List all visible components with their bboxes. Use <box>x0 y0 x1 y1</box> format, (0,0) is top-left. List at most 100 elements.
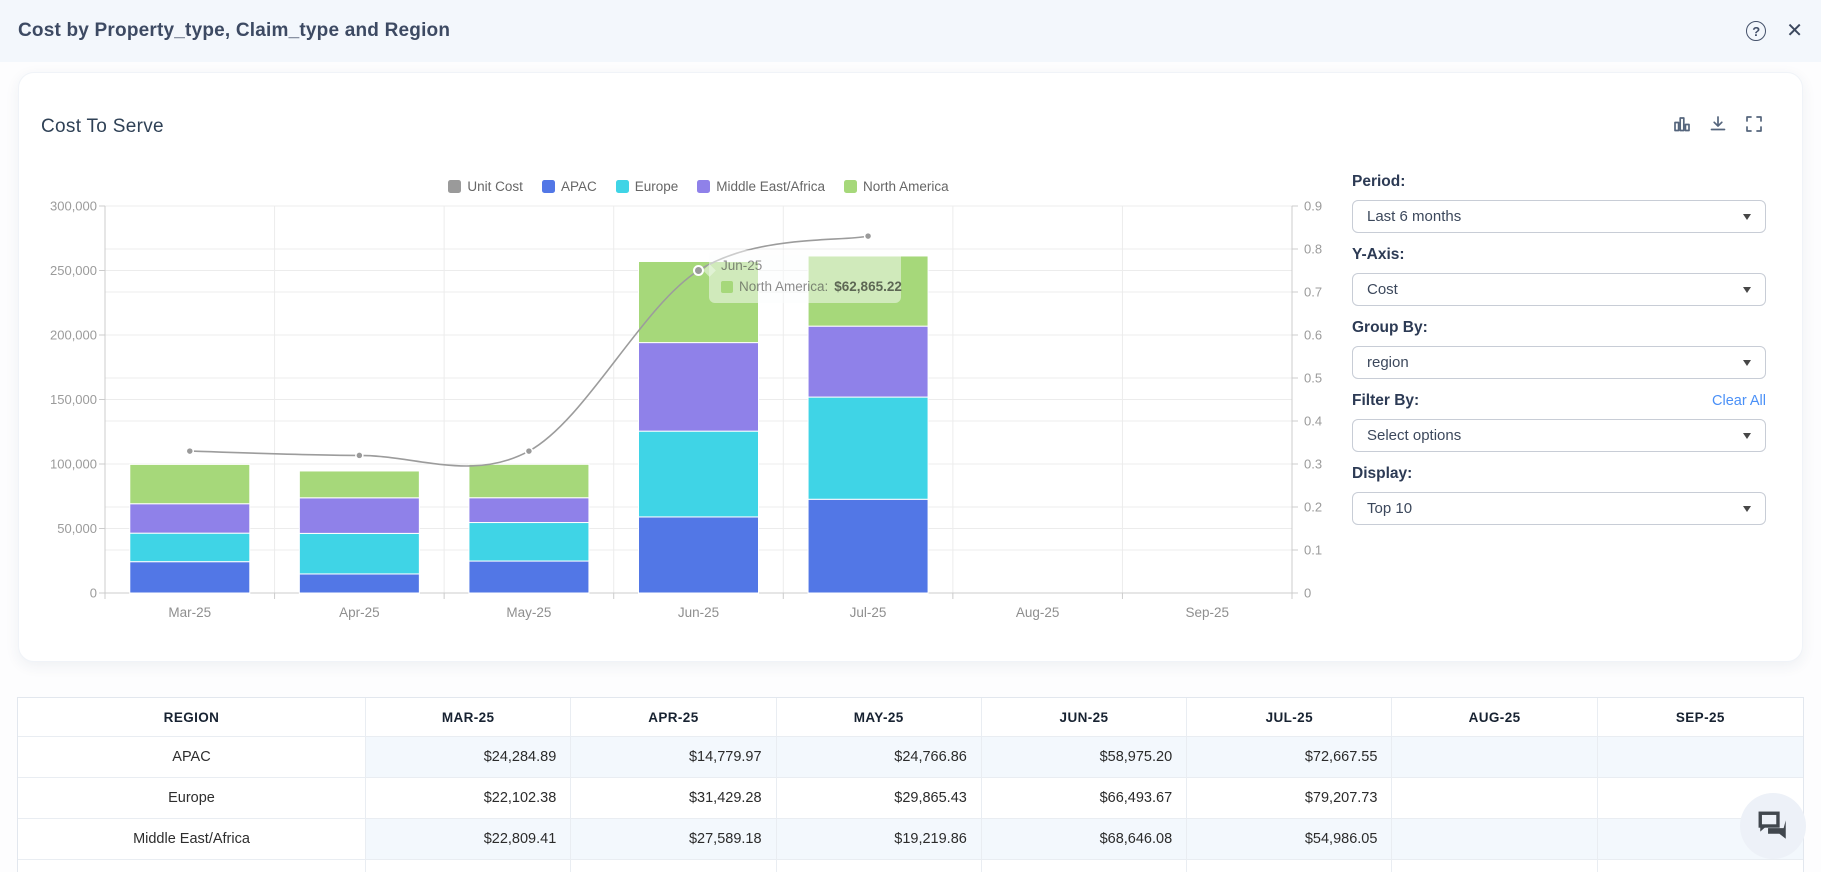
chart-title: Cost To Serve <box>41 116 164 138</box>
svg-text:0.8: 0.8 <box>1304 242 1322 257</box>
value-cell <box>982 860 1187 872</box>
group-by-select[interactable]: region <box>1352 346 1766 379</box>
chart-toolbar <box>1671 113 1765 135</box>
chart-tooltip: Jun-25 North America: $62,865.22 <box>709 250 901 303</box>
bar-segment <box>130 562 250 593</box>
table-row: Europe$22,102.38$31,429.28$29,865.43$66,… <box>18 778 1803 819</box>
bar-segment <box>469 561 589 593</box>
svg-text:150,000: 150,000 <box>50 392 97 407</box>
period-select[interactable]: Last 6 months <box>1352 200 1766 233</box>
column-header: MAR-25 <box>366 698 571 737</box>
svg-text:0.1: 0.1 <box>1304 543 1322 558</box>
region-cell: Middle East/Africa <box>18 819 366 860</box>
value-cell: $68,646.08 <box>982 819 1187 860</box>
svg-text:0.5: 0.5 <box>1304 371 1322 386</box>
chevron-down-icon <box>1743 360 1751 366</box>
download-icon[interactable] <box>1707 113 1729 135</box>
window-titlebar: Cost by Property_type, Claim_type and Re… <box>0 0 1821 62</box>
column-header: JUN-25 <box>982 698 1187 737</box>
svg-text:Aug-25: Aug-25 <box>1016 605 1060 620</box>
svg-text:0.7: 0.7 <box>1304 285 1322 300</box>
group-by-group: Group By: region <box>1352 319 1766 379</box>
period-group: Period: Last 6 months <box>1352 173 1766 233</box>
value-cell <box>1392 860 1597 872</box>
region-cost-table: REGIONMAR-25APR-25MAY-25JUN-25JUL-25AUG-… <box>17 697 1804 872</box>
table-header-row: REGIONMAR-25APR-25MAY-25JUN-25JUL-25AUG-… <box>18 698 1803 737</box>
tooltip-series-label: North America: <box>739 279 828 294</box>
y-axis-select[interactable]: Cost <box>1352 273 1766 306</box>
group-by-label: Group By: <box>1352 319 1428 337</box>
value-cell <box>1392 819 1597 860</box>
stacked-bars <box>130 256 928 593</box>
fullscreen-icon[interactable] <box>1743 113 1765 135</box>
line-point <box>525 448 532 455</box>
filter-by-group: Filter By: Clear All Select options <box>1352 392 1766 452</box>
chevron-down-icon <box>1743 506 1751 512</box>
bar-segment <box>639 343 759 432</box>
value-cell <box>571 860 776 872</box>
table-row: APAC$24,284.89$14,779.97$24,766.86$58,97… <box>18 737 1803 778</box>
line-point <box>865 233 872 240</box>
svg-text:100,000: 100,000 <box>50 457 97 472</box>
svg-text:Apr-25: Apr-25 <box>339 605 380 620</box>
value-cell <box>1598 860 1803 872</box>
value-cell: $14,779.97 <box>571 737 776 778</box>
column-header: JUL-25 <box>1187 698 1392 737</box>
forum-chat-icon <box>1756 809 1790 843</box>
line-point <box>694 266 703 275</box>
cost-to-serve-chart[interactable]: 0 50,000 100,000 150,000 200,000 250,000 300,0… <box>31 171 1351 631</box>
bar-segment <box>130 464 250 503</box>
svg-text:300,000: 300,000 <box>50 199 97 214</box>
svg-text:50,000: 50,000 <box>57 521 97 536</box>
svg-text:0: 0 <box>90 586 97 601</box>
period-label: Period: <box>1352 173 1405 191</box>
chart-type-icon[interactable] <box>1671 113 1693 135</box>
line-point <box>186 448 193 455</box>
svg-text:Sep-25: Sep-25 <box>1185 605 1229 620</box>
filter-by-select[interactable]: Select options <box>1352 419 1766 452</box>
value-cell: $66,493.67 <box>982 778 1187 819</box>
region-cell: APAC <box>18 737 366 778</box>
svg-text:0.6: 0.6 <box>1304 328 1322 343</box>
value-cell <box>777 860 982 872</box>
svg-text:0.4: 0.4 <box>1304 414 1322 429</box>
value-cell <box>1392 737 1597 778</box>
bar-segment <box>639 431 759 517</box>
chart-controls: Period: Last 6 months Y-Axis: Cost Group… <box>1352 173 1766 538</box>
column-header: AUG-25 <box>1392 698 1597 737</box>
tooltip-title: Jun-25 <box>721 258 889 273</box>
y-axis-label: Y-Axis: <box>1352 246 1405 264</box>
bar-segment <box>808 499 928 593</box>
bar-segment <box>299 498 419 534</box>
bar-segment <box>469 464 589 497</box>
svg-text:May-25: May-25 <box>506 605 551 620</box>
svg-text:250,000: 250,000 <box>50 263 97 278</box>
svg-text:Mar-25: Mar-25 <box>168 605 211 620</box>
page-title: Cost by Property_type, Claim_type and Re… <box>18 20 450 42</box>
svg-text:200,000: 200,000 <box>50 328 97 343</box>
column-header: SEP-25 <box>1598 698 1803 737</box>
chat-button[interactable] <box>1740 793 1806 859</box>
tooltip-series-swatch <box>721 281 733 293</box>
display-select[interactable]: Top 10 <box>1352 492 1766 525</box>
help-icon[interactable]: ? <box>1746 21 1766 41</box>
value-cell <box>1598 737 1803 778</box>
close-icon[interactable]: ✕ <box>1786 21 1803 41</box>
bar-segment <box>469 523 589 562</box>
svg-text:0: 0 <box>1304 586 1311 601</box>
cost-to-serve-card: Cost To Serve Unit CostAPACEuropeMiddle … <box>18 72 1803 662</box>
value-cell <box>366 860 571 872</box>
value-cell: $54,986.05 <box>1187 819 1392 860</box>
value-cell <box>1187 860 1392 872</box>
clear-all-link[interactable]: Clear All <box>1712 393 1766 409</box>
titlebar-actions: ? ✕ <box>1746 21 1803 41</box>
line-point <box>356 452 363 459</box>
table-row-partial <box>18 860 1803 872</box>
bar-segment <box>299 574 419 593</box>
value-cell: $29,865.43 <box>777 778 982 819</box>
display-label: Display: <box>1352 465 1412 483</box>
bar-segment <box>130 504 250 533</box>
chevron-down-icon <box>1743 214 1751 220</box>
region-cell: Europe <box>18 778 366 819</box>
table-row: Middle East/Africa$22,809.41$27,589.18$1… <box>18 819 1803 860</box>
